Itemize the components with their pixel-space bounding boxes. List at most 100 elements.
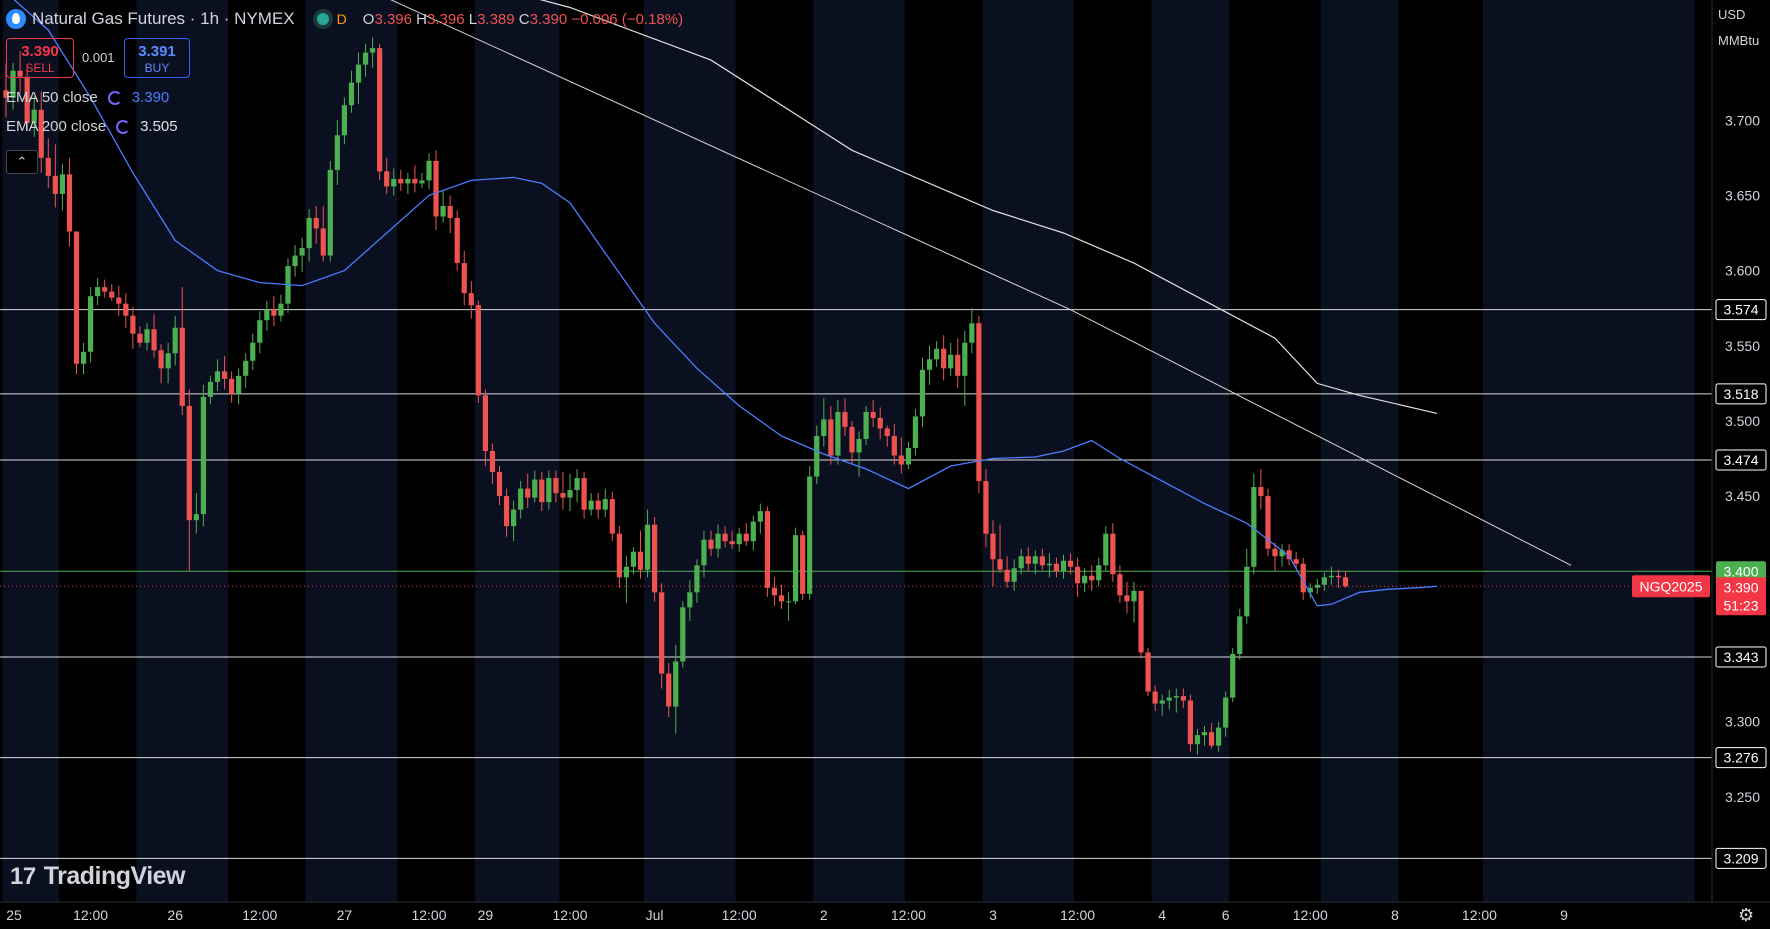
candle-body	[496, 472, 503, 497]
candle-body	[539, 479, 545, 503]
x-tick-label: 12:00	[552, 907, 587, 923]
candle-body	[708, 539, 714, 549]
currency-label[interactable]: USD	[1716, 2, 1770, 28]
candle-body	[102, 287, 108, 292]
x-tick-label: Jul	[646, 907, 664, 923]
candle-body	[355, 64, 362, 83]
candle-body	[849, 426, 855, 453]
candle-body	[95, 287, 101, 297]
candle	[1187, 694, 1193, 752]
x-tick-label: 26	[167, 907, 183, 923]
x-tick-label: 25	[6, 907, 22, 923]
candle-body	[362, 52, 369, 65]
candle-body	[1138, 590, 1144, 653]
candle-body	[1201, 732, 1208, 736]
session-band	[2, 0, 59, 902]
candle-body	[52, 175, 58, 194]
sell-label: SELL	[25, 61, 55, 75]
symbol-title[interactable]: Natural Gas Futures · 1h · NYMEX	[32, 9, 295, 29]
candle-body	[757, 511, 763, 522]
candle-body	[341, 105, 347, 136]
candle	[1251, 473, 1257, 575]
candle-body	[377, 48, 383, 172]
candle-body	[1096, 565, 1102, 581]
visibility-eye-icon[interactable]	[316, 13, 329, 25]
sell-button[interactable]: 3.390 SELL	[6, 38, 74, 78]
candle-body	[701, 539, 707, 566]
refresh-icon[interactable]	[107, 90, 122, 105]
candle-body	[715, 533, 721, 549]
candle-body	[870, 411, 876, 418]
unit-label[interactable]: MMBtu	[1716, 28, 1770, 54]
candle-body	[1004, 569, 1010, 582]
refresh-icon[interactable]	[116, 119, 131, 134]
candle-body	[877, 417, 883, 429]
candle-body	[405, 178, 411, 184]
candle-body	[1180, 696, 1186, 701]
candle-body	[856, 438, 862, 453]
x-tick-label: 8	[1391, 907, 1399, 923]
indicator-name: EMA 50 close	[6, 89, 98, 106]
candle-body	[546, 478, 552, 503]
candle	[680, 601, 686, 668]
indicator-ema50[interactable]: EMA 50 close 3.390	[6, 89, 169, 106]
candle	[1230, 647, 1236, 703]
buy-button[interactable]: 3.391 BUY	[124, 38, 190, 78]
interval-badge[interactable]: D	[337, 11, 347, 27]
candle-body	[1223, 697, 1229, 728]
candle-body	[489, 451, 496, 473]
candle-body	[398, 178, 404, 184]
price-chart[interactable]: 3.700 3.650 3.600 3.550 3.500 3.450 3.300 3.250…	[0, 0, 1770, 929]
candle-body	[814, 435, 820, 477]
gear-icon[interactable]: ⚙	[1738, 905, 1754, 926]
sell-price: 3.390	[21, 43, 59, 60]
candle-body	[948, 354, 954, 369]
candle-body	[602, 499, 608, 510]
candle-body	[1173, 696, 1179, 698]
candle-body	[743, 533, 749, 542]
candle-body	[574, 478, 580, 491]
candle-body	[842, 411, 848, 427]
candle-body	[511, 509, 517, 527]
candle-body	[990, 533, 996, 560]
candle-body	[1131, 590, 1137, 602]
candle-body	[771, 587, 778, 596]
candle	[793, 527, 799, 605]
candle-body	[1194, 735, 1201, 745]
candle-body	[835, 411, 841, 456]
candle	[652, 517, 658, 602]
candle-body	[666, 673, 672, 707]
candle-body	[673, 661, 679, 707]
watermark-text: TradingView	[43, 862, 186, 890]
candle	[764, 506, 770, 597]
candle-body	[532, 479, 538, 498]
candle-body	[1032, 556, 1038, 564]
candle-body	[793, 535, 799, 602]
indicator-name: EMA 200 close	[6, 118, 107, 135]
spread-value: 0.001	[82, 50, 115, 65]
candle-body	[327, 169, 333, 256]
candle-body	[750, 521, 756, 542]
candle-body	[1208, 732, 1215, 746]
candle-body	[151, 329, 157, 351]
candle-body	[828, 419, 834, 456]
candle-body	[1230, 653, 1236, 698]
indicator-ema200[interactable]: EMA 200 close 3.505	[6, 118, 178, 135]
candle-body	[955, 354, 961, 376]
x-tick-label: 12:00	[1293, 907, 1328, 923]
chevron-up-icon[interactable]: ⌃	[6, 150, 38, 174]
candle-body	[1272, 548, 1278, 557]
candle-body	[482, 395, 488, 451]
open-label: O	[362, 10, 375, 28]
candle-body	[236, 375, 242, 394]
candle-body	[729, 541, 735, 545]
session-band	[1151, 0, 1230, 902]
candle	[976, 315, 982, 494]
candle-body	[1046, 563, 1052, 566]
candle-body	[637, 551, 644, 570]
candle-body	[1237, 616, 1243, 654]
candle-body	[778, 595, 785, 602]
candle-body	[644, 524, 651, 570]
candle-body	[334, 135, 340, 170]
currency-selector[interactable]: USD MMBtu	[1716, 2, 1770, 54]
